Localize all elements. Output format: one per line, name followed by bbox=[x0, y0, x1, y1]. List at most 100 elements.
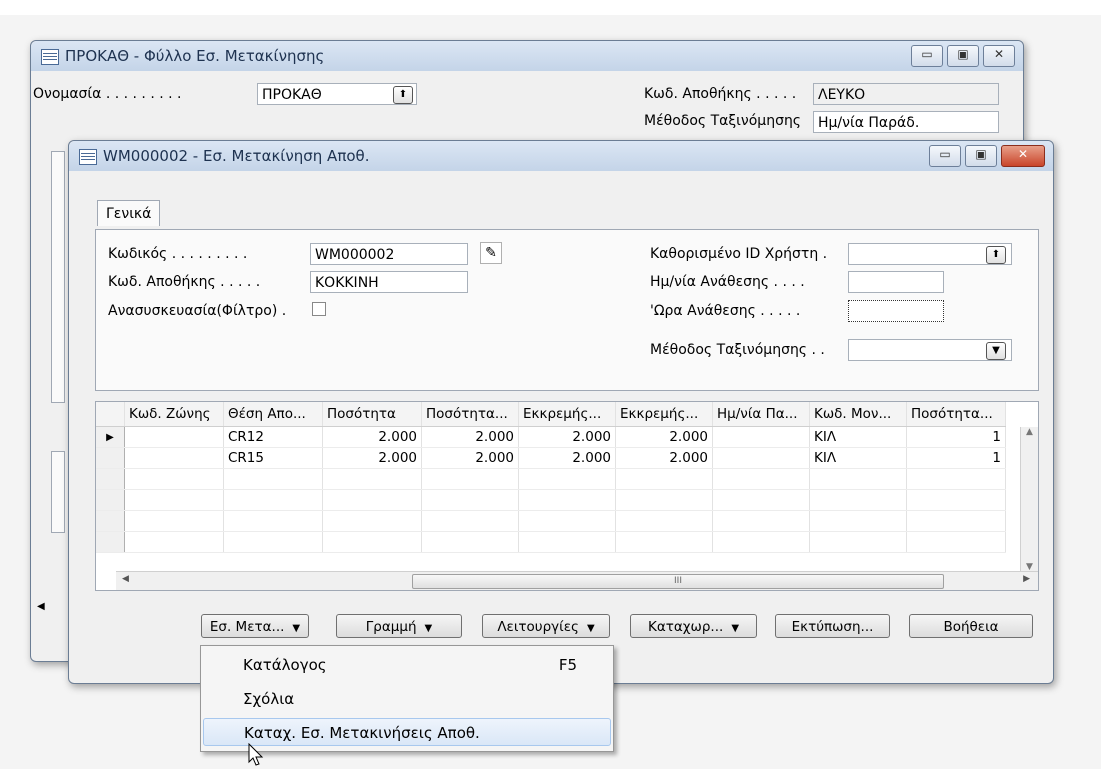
close-button[interactable]: ✕ bbox=[1001, 145, 1045, 167]
edit-pencil-icon[interactable]: ✎ bbox=[480, 242, 502, 264]
menu-item-list[interactable]: Κατάλογος F5 bbox=[203, 651, 611, 679]
print-button-label: Εκτύπωση... bbox=[791, 619, 874, 635]
cell-qty2[interactable]: 2.000 bbox=[421, 447, 519, 469]
cell-qty3[interactable]: 1 bbox=[906, 447, 1006, 469]
lookup-up-icon[interactable]: ⬆ bbox=[986, 246, 1006, 264]
row-selector[interactable] bbox=[96, 468, 125, 490]
cell-pending2[interactable]: 2.000 bbox=[615, 447, 713, 469]
line-menu-button[interactable]: Γραμμή ▼ bbox=[336, 614, 462, 638]
front-window-titlebar[interactable]: WM000002 - Εσ. Μετακίνηση Αποθ. ▭ ▣ ✕ bbox=[69, 141, 1053, 171]
col-qty3[interactable]: Ποσότητα... bbox=[906, 402, 1006, 427]
print-button[interactable]: Εκτύπωση... bbox=[775, 614, 890, 638]
maximize-icon: ▣ bbox=[957, 47, 969, 61]
tab-general[interactable]: Γενικά bbox=[97, 200, 161, 226]
table-row[interactable]: ▶ CR12 2.000 2.000 2.000 2.000 ΚΙΛ 1 bbox=[96, 426, 1006, 448]
cell-pending2[interactable]: 2.000 bbox=[615, 426, 713, 448]
code-field[interactable]: WM000002 bbox=[310, 243, 468, 265]
sort-method-label: Μέθοδος Ταξινόμησης . . bbox=[650, 342, 825, 358]
back-scroll-left-icon[interactable]: ◀ bbox=[37, 601, 45, 612]
col-qty[interactable]: Ποσότητα bbox=[322, 402, 422, 427]
col-pending2[interactable]: Εκκρεμής... bbox=[615, 402, 713, 427]
scroll-up-icon[interactable]: ▲ bbox=[1021, 427, 1038, 437]
cell-uom[interactable]: ΚΙΛ bbox=[809, 426, 907, 448]
row-selector[interactable] bbox=[96, 510, 125, 532]
lines-grid: Κωδ. Ζώνης Θέση Απο... Ποσότητα Ποσότητα… bbox=[95, 401, 1039, 591]
cell-zone[interactable] bbox=[124, 426, 224, 448]
close-button[interactable]: ✕ bbox=[983, 45, 1015, 67]
minimize-button[interactable]: ▭ bbox=[911, 45, 943, 67]
col-zone[interactable]: Κωδ. Ζώνης bbox=[124, 402, 224, 427]
dropdown-arrow-icon: ▼ bbox=[586, 623, 595, 634]
table-row[interactable] bbox=[96, 531, 1006, 553]
col-bin[interactable]: Θέση Απο... bbox=[223, 402, 323, 427]
maximize-button[interactable]: ▣ bbox=[965, 145, 997, 167]
scroll-thumb[interactable]: III bbox=[412, 574, 944, 589]
cell-date[interactable] bbox=[712, 447, 810, 469]
cell-pending1[interactable]: 2.000 bbox=[518, 426, 616, 448]
col-pending1[interactable]: Εκκρεμής... bbox=[518, 402, 616, 427]
name-label: Ονομασία . . . . . . . . . bbox=[33, 86, 182, 102]
menu-item-label: Κατάλογος bbox=[243, 656, 327, 674]
row-pointer-icon[interactable]: ▶ bbox=[96, 426, 125, 448]
movement-menu-button[interactable]: Εσ. Μετα... ▼ bbox=[201, 614, 309, 638]
repack-label: Ανασυσκευασία(Φίλτρο) . bbox=[108, 303, 287, 319]
mouse-cursor-icon bbox=[248, 743, 264, 766]
back-window-titlebar[interactable]: ΠΡΟΚΑΘ - Φύλλο Εσ. Μετακίνησης ▭ ▣ ✕ bbox=[31, 41, 1023, 71]
register-menu-button[interactable]: Καταχωρ... ▼ bbox=[630, 614, 757, 638]
assigned-time-field[interactable] bbox=[848, 300, 944, 322]
cell-zone[interactable] bbox=[124, 447, 224, 469]
col-date[interactable]: Ημ/νία Πα... bbox=[712, 402, 810, 427]
maximize-button[interactable]: ▣ bbox=[947, 45, 979, 67]
row-selector[interactable] bbox=[96, 531, 125, 553]
scroll-right-icon[interactable]: ▶ bbox=[1023, 574, 1030, 584]
back-lines-panel bbox=[51, 151, 65, 403]
dropdown-arrow-icon: ▼ bbox=[292, 623, 301, 634]
lookup-up-icon[interactable]: ⬆ bbox=[393, 86, 413, 104]
repack-checkbox[interactable] bbox=[312, 302, 326, 316]
movement-dropdown-menu: Κατάλογος F5 Σχόλια Καταχ. Εσ. Μετακινήσ… bbox=[200, 645, 614, 752]
general-panel: Κωδικός . . . . . . . . . WM000002 ✎ Κωδ… bbox=[95, 229, 1039, 391]
cell-date[interactable] bbox=[712, 426, 810, 448]
row-selector[interactable] bbox=[96, 489, 125, 511]
assigned-time-label: 'Ωρα Ανάθεσης . . . . . bbox=[650, 303, 801, 319]
table-row[interactable] bbox=[96, 510, 1006, 532]
menu-item-label: Σχόλια bbox=[243, 690, 295, 708]
table-row[interactable] bbox=[96, 468, 1006, 490]
table-row[interactable]: CR15 2.000 2.000 2.000 2.000 ΚΙΛ 1 bbox=[96, 447, 1006, 469]
scroll-left-icon[interactable]: ◀ bbox=[122, 574, 129, 584]
help-button-label: Βοήθεια bbox=[943, 619, 999, 635]
row-selector[interactable] bbox=[96, 447, 125, 469]
register-button-label: Καταχωρ... bbox=[647, 619, 724, 635]
table-row[interactable] bbox=[96, 489, 1006, 511]
menu-item-label: Καταχ. Εσ. Μετακινήσεις Αποθ. bbox=[244, 724, 480, 742]
col-qty2[interactable]: Ποσότητα... bbox=[421, 402, 519, 427]
cell-qty[interactable]: 2.000 bbox=[322, 426, 422, 448]
minimize-icon: ▭ bbox=[921, 47, 933, 61]
cell-pending1[interactable]: 2.000 bbox=[518, 447, 616, 469]
cell-uom[interactable]: ΚΙΛ bbox=[809, 447, 907, 469]
col-uom[interactable]: Κωδ. Μον... bbox=[809, 402, 907, 427]
back-warehouse-field[interactable]: ΛΕΥΚΟ bbox=[813, 83, 999, 105]
vertical-scrollbar[interactable]: ▲ ▼ bbox=[1020, 427, 1038, 572]
back-sort-field[interactable]: Ημ/νία Παράδ. bbox=[813, 111, 999, 133]
back-bottom-panel bbox=[51, 451, 65, 533]
menu-item-registered-movements[interactable]: Καταχ. Εσ. Μετακινήσεις Αποθ. bbox=[203, 718, 611, 746]
menu-item-comments[interactable]: Σχόλια bbox=[203, 685, 611, 713]
functions-menu-button[interactable]: Λειτουργίες ▼ bbox=[482, 614, 610, 638]
cell-bin[interactable]: CR12 bbox=[223, 426, 323, 448]
cell-qty[interactable]: 2.000 bbox=[322, 447, 422, 469]
minimize-button[interactable]: ▭ bbox=[929, 145, 961, 167]
cell-bin[interactable]: CR15 bbox=[223, 447, 323, 469]
back-window-title: ΠΡΟΚΑΘ - Φύλλο Εσ. Μετακίνησης bbox=[65, 47, 325, 65]
warehouse-field[interactable]: ΚΟΚΚΙΝΗ bbox=[310, 271, 468, 293]
chevron-down-icon[interactable]: ▼ bbox=[986, 342, 1006, 360]
cell-qty3[interactable]: 1 bbox=[906, 426, 1006, 448]
lines-table: Κωδ. Ζώνης Θέση Απο... Ποσότητα Ποσότητα… bbox=[96, 402, 1006, 553]
horizontal-scrollbar[interactable]: ◀ III ▶ bbox=[116, 571, 1038, 590]
row-selector-header bbox=[96, 402, 125, 427]
assigned-date-field[interactable] bbox=[848, 271, 944, 293]
help-button[interactable]: Βοήθεια bbox=[909, 614, 1033, 638]
cell-qty2[interactable]: 2.000 bbox=[421, 426, 519, 448]
desktop: ΠΡΟΚΑΘ - Φύλλο Εσ. Μετακίνησης ▭ ▣ ✕ Ονο… bbox=[0, 0, 1101, 769]
assigned-date-label: Ημ/νία Ανάθεσης . . . . bbox=[650, 274, 805, 290]
